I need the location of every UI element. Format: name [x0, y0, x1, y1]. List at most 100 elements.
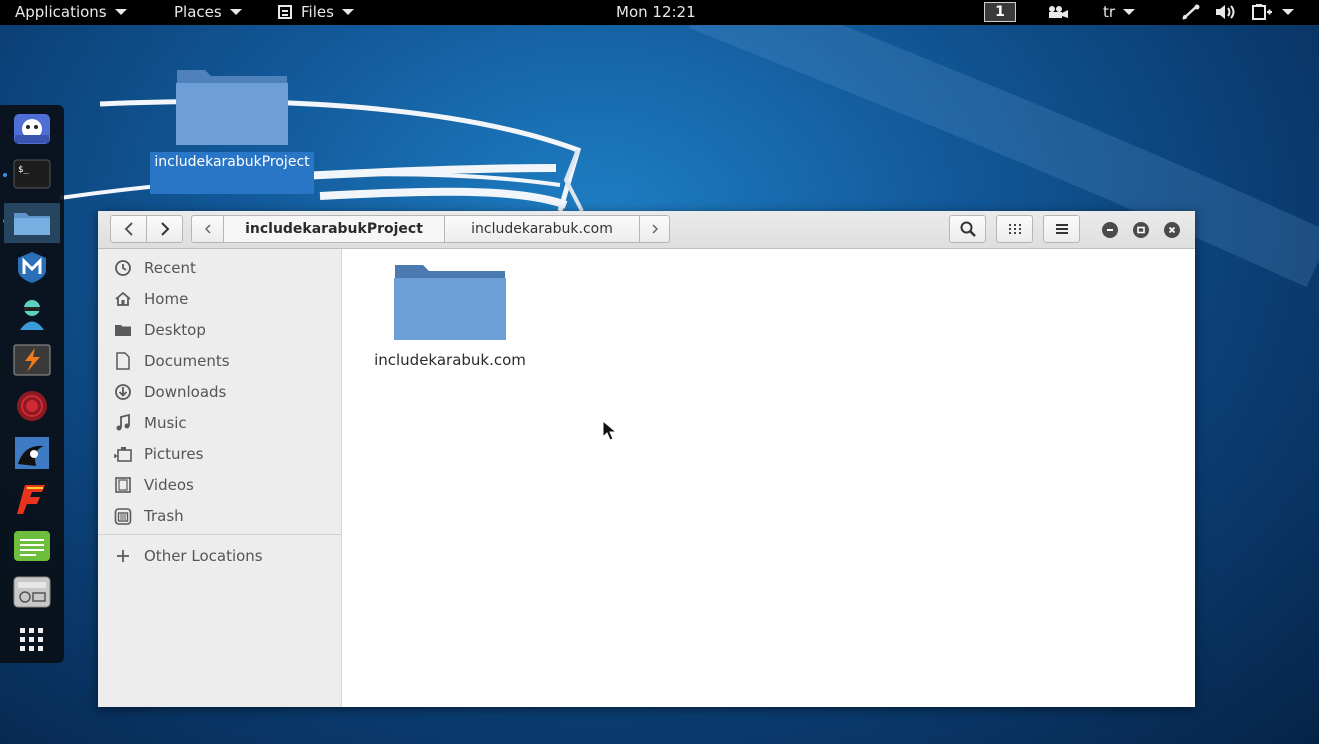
- files-icon[interactable]: [4, 203, 60, 243]
- path-bar: includekarabukProject includekarabuk.com: [191, 215, 670, 243]
- sidebar-item-pictures[interactable]: Pictures: [98, 438, 341, 469]
- desktop-folder-icon[interactable]: [175, 68, 289, 146]
- desktop-icon: [113, 321, 133, 339]
- sidebar-item-label: Downloads: [144, 382, 227, 401]
- menu-button[interactable]: [1043, 215, 1080, 243]
- sidebar-item-music[interactable]: Music: [98, 407, 341, 438]
- keyboard-icon[interactable]: [12, 574, 52, 610]
- sidebar-item-home[interactable]: Home: [98, 283, 341, 314]
- applications-menu[interactable]: Applications: [15, 3, 127, 21]
- desktop-folder-label[interactable]: includekarabukProject: [150, 152, 314, 194]
- maximize-button[interactable]: [1133, 222, 1149, 238]
- freemind-icon[interactable]: [12, 481, 52, 517]
- sidebar-item-videos[interactable]: Videos: [98, 469, 341, 500]
- minimize-icon: [1107, 229, 1113, 231]
- chevron-down-icon: [1123, 9, 1136, 15]
- chevron-down-icon: [114, 9, 127, 15]
- music-icon: [113, 413, 133, 432]
- chevron-right-icon: [160, 222, 169, 236]
- close-button[interactable]: [1164, 222, 1180, 238]
- grid-icon: [1008, 224, 1021, 234]
- files-label: Files: [301, 3, 334, 21]
- path-scroll-left-button[interactable]: [191, 215, 224, 243]
- kali-icon[interactable]: [12, 435, 52, 471]
- video-icon: [113, 476, 133, 494]
- top-bar: Applications Places Files Mon 12:21 1 tr: [0, 0, 1319, 25]
- sidebar-item-recent[interactable]: Recent: [98, 252, 341, 283]
- files-app-menu[interactable]: Files: [278, 3, 354, 21]
- path-segment-current[interactable]: includekarabukProject: [223, 215, 445, 243]
- terminal-icon[interactable]: $_: [12, 156, 52, 192]
- sidebar-item-label: Desktop: [144, 320, 206, 339]
- sidebar-divider: [98, 534, 341, 535]
- chevron-left-icon: [124, 222, 133, 236]
- burpsuite-icon[interactable]: [12, 342, 52, 378]
- running-indicator: [3, 173, 7, 177]
- folder-icon: [394, 265, 506, 340]
- sidebar-item-label: Documents: [144, 351, 230, 370]
- file-manager-window: includekarabukProject includekarabuk.com: [98, 211, 1195, 707]
- network-icon[interactable]: [1181, 4, 1201, 20]
- dock: $_: [0, 105, 64, 663]
- app-icon[interactable]: [12, 111, 52, 147]
- clock-label: Mon 12:21: [616, 3, 696, 21]
- home-icon: [113, 290, 133, 308]
- file-item-label: includekarabuk.com: [374, 351, 526, 369]
- places-menu[interactable]: Places: [174, 3, 242, 21]
- clock-icon: [113, 259, 133, 277]
- sidebar-item-label: Trash: [144, 506, 184, 525]
- maximize-icon: [1137, 226, 1145, 234]
- volume-icon[interactable]: [1215, 4, 1237, 20]
- hamburger-menu-icon: [1055, 224, 1068, 234]
- video-camera-icon[interactable]: [1047, 5, 1069, 19]
- armitage-icon[interactable]: [12, 296, 52, 332]
- workspace-number: 1: [984, 2, 1016, 22]
- view-grid-button[interactable]: [996, 215, 1033, 243]
- battery-icon: [1252, 4, 1272, 20]
- sidebar-item-label: Home: [144, 289, 189, 308]
- sidebar-item-label: Videos: [144, 475, 194, 494]
- sidebar-item-trash[interactable]: Trash: [98, 500, 341, 531]
- chevron-down-icon: [229, 9, 242, 15]
- power-menu[interactable]: [1252, 3, 1294, 21]
- metasploit-icon[interactable]: [12, 249, 52, 285]
- text-editor-icon[interactable]: [12, 528, 52, 564]
- sidebar-item-desktop[interactable]: Desktop: [98, 314, 341, 345]
- path-segment-next[interactable]: includekarabuk.com: [444, 215, 640, 243]
- sidebar-item-other-locations[interactable]: Other Locations: [98, 540, 341, 571]
- chevron-down-icon: [341, 9, 354, 15]
- file-view: includekarabuk.com: [342, 249, 1195, 707]
- places-label: Places: [174, 3, 222, 21]
- close-icon: [1168, 226, 1176, 234]
- sidebar-item-label: Other Locations: [144, 546, 263, 565]
- chevron-right-icon: [651, 224, 658, 234]
- back-button[interactable]: [110, 215, 147, 243]
- applications-label: Applications: [15, 3, 107, 21]
- header-bar: includekarabukProject includekarabuk.com: [98, 211, 1195, 249]
- clock[interactable]: Mon 12:21: [616, 3, 696, 21]
- faraday-icon[interactable]: [12, 388, 52, 424]
- show-apps-icon[interactable]: [12, 622, 52, 658]
- sidebar-item-label: Music: [144, 413, 187, 432]
- pictures-icon: [113, 445, 133, 463]
- keyboard-layout-menu[interactable]: tr: [1103, 3, 1136, 21]
- sidebar: Recent Home Desktop Documents Downloads …: [98, 249, 342, 707]
- keyboard-layout-label: tr: [1103, 3, 1116, 21]
- document-icon: [113, 351, 133, 370]
- file-item[interactable]: includekarabuk.com: [362, 263, 538, 373]
- plus-icon: [113, 547, 133, 565]
- search-button[interactable]: [949, 215, 986, 243]
- forward-button[interactable]: [146, 215, 183, 243]
- sidebar-item-downloads[interactable]: Downloads: [98, 376, 341, 407]
- path-scroll-right-button[interactable]: [639, 215, 670, 243]
- minimize-button[interactable]: [1102, 222, 1118, 238]
- mouse-cursor-icon: [602, 420, 618, 441]
- sidebar-item-documents[interactable]: Documents: [98, 345, 341, 376]
- sidebar-item-label: Recent: [144, 258, 196, 277]
- chevron-left-icon: [204, 224, 211, 234]
- files-app-icon: [278, 5, 292, 19]
- download-icon: [113, 383, 133, 401]
- sidebar-item-label: Pictures: [144, 444, 204, 463]
- workspace-indicator[interactable]: 1: [984, 2, 1016, 22]
- trash-icon: [113, 507, 133, 525]
